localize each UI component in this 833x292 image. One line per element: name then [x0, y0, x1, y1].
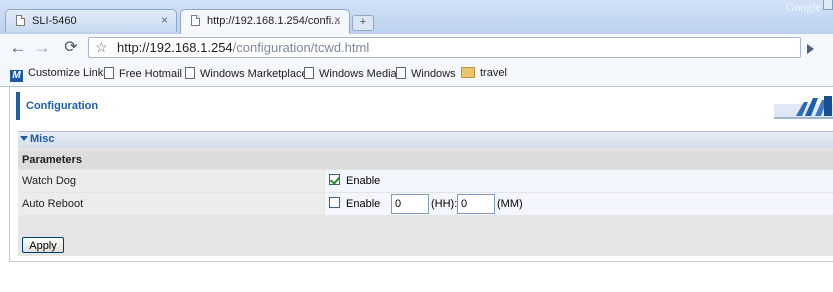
close-icon[interactable]: ×: [334, 13, 341, 27]
bookmark-customize-links[interactable]: M Customize Links: [10, 67, 109, 82]
section-title: Misc: [20, 133, 54, 145]
hours-input[interactable]: [391, 194, 429, 214]
bookmark-travel[interactable]: travel: [461, 67, 507, 79]
collapse-triangle-icon: [20, 136, 28, 141]
settings-panel: Parameters Watch Dog Enable Auto Reboot …: [18, 148, 833, 256]
hours-unit: (HH):: [431, 198, 458, 210]
page-icon: [104, 67, 114, 79]
msn-icon: M: [10, 70, 23, 82]
bookmarks-bar: M Customize Links Free Hotmail Windows Ma…: [0, 62, 833, 87]
parameters-label: Parameters: [22, 154, 82, 166]
watchdog-enable-checkbox[interactable]: [329, 174, 340, 185]
star-icon[interactable]: ☆: [95, 39, 108, 56]
tab-configuration[interactable]: http://192.168.1.254/confi... ×: [180, 9, 350, 34]
back-icon[interactable]: ←: [8, 38, 28, 58]
new-tab-button[interactable]: +: [352, 15, 374, 31]
browser-toolbar: ← → ⟳ ☆ http://192.168.1.254/configurati…: [0, 34, 833, 62]
network-logo-icon: [774, 96, 833, 119]
section-title-text: Misc: [30, 133, 55, 145]
bookmark-windows[interactable]: Windows: [396, 67, 456, 80]
bookmark-windows-marketplace[interactable]: Windows Marketplace: [185, 67, 308, 80]
url-host: http://192.168.1.254: [117, 40, 233, 55]
bookmark-label: Windows: [411, 68, 456, 80]
watchdog-label: Watch Dog: [22, 175, 77, 187]
tab-title: http://192.168.1.254/confi...: [207, 15, 341, 27]
url-path: /configuration/tcwd.html: [232, 40, 370, 55]
watchdog-value-cell: Enable: [325, 170, 833, 192]
bookmark-label: travel: [480, 67, 507, 79]
bookmark-label: Customize Links: [28, 67, 109, 79]
go-icon[interactable]: [807, 44, 814, 54]
auto-reboot-enable-label: Enable: [346, 198, 381, 210]
watchdog-enable-label: Enable: [346, 175, 381, 187]
parameters-header-row: Parameters: [18, 151, 833, 169]
page-icon: [191, 15, 200, 26]
page-icon: [16, 15, 25, 26]
watchdog-label-cell: Watch Dog: [18, 170, 324, 192]
close-icon[interactable]: ×: [161, 13, 168, 27]
window-control[interactable]: [823, 0, 833, 10]
minutes-input[interactable]: [457, 194, 495, 214]
minutes-unit: (MM): [497, 198, 523, 210]
bookmark-free-hotmail[interactable]: Free Hotmail: [104, 67, 182, 80]
auto-reboot-row: Auto Reboot Enable (HH): (MM): [18, 193, 833, 215]
page-content: Configuration Misc Parameters Watch Dog …: [9, 87, 833, 262]
page-icon: [396, 67, 406, 79]
tab-sli-5460[interactable]: SLI-5460 ×: [5, 9, 177, 32]
folder-icon: [461, 67, 475, 78]
browser-brand: Google: [785, 0, 821, 14]
page-icon: [304, 67, 314, 79]
watchdog-row: Watch Dog Enable: [18, 170, 833, 192]
bookmark-windows-media[interactable]: Windows Media: [304, 67, 397, 80]
bookmark-label: Windows Media: [319, 68, 397, 80]
reload-icon[interactable]: ⟳: [61, 38, 81, 58]
actions-area: Apply: [18, 228, 833, 256]
address-url[interactable]: http://192.168.1.254/configuration/tcwd.…: [117, 40, 369, 55]
tab-title: SLI-5460: [32, 15, 77, 27]
section-header-misc[interactable]: Misc: [18, 131, 833, 148]
bookmark-label: Free Hotmail: [119, 68, 182, 80]
page-title: Configuration: [26, 100, 99, 112]
apply-button[interactable]: Apply: [22, 237, 64, 253]
config-header: Configuration: [16, 92, 833, 122]
auto-reboot-value-cell: Enable (HH): (MM): [325, 193, 833, 215]
address-bar[interactable]: ☆ http://192.168.1.254/configuration/tcw…: [88, 37, 801, 58]
forward-icon[interactable]: →: [32, 38, 52, 58]
auto-reboot-label: Auto Reboot: [22, 198, 84, 210]
browser-titlebar: Google SLI-5460 × http://192.168.1.254/c…: [0, 0, 833, 34]
page-icon: [185, 67, 195, 79]
accent-bar: [16, 92, 20, 120]
bookmark-label: Windows Marketplace: [200, 68, 308, 80]
auto-reboot-label-cell: Auto Reboot: [18, 193, 324, 215]
auto-reboot-enable-checkbox[interactable]: [329, 197, 340, 208]
